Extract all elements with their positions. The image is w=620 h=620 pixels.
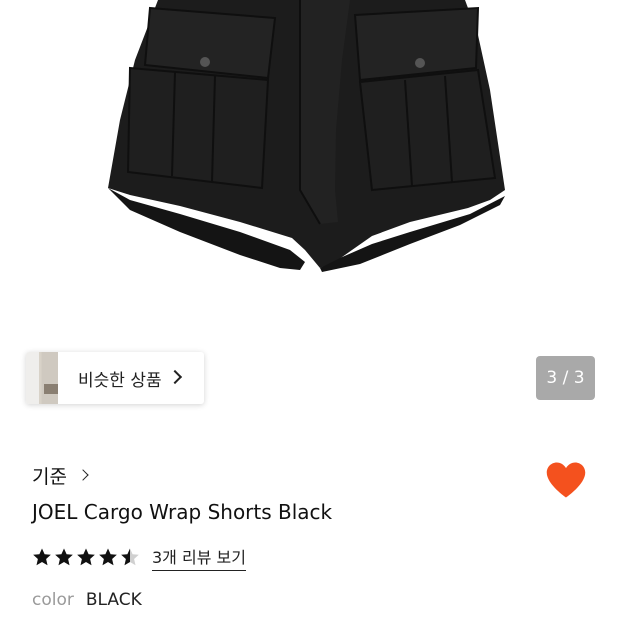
- brand-link[interactable]: 기준: [32, 462, 89, 489]
- color-key: color: [32, 590, 74, 610]
- color-value: BLACK: [85, 590, 142, 610]
- star-rating: [32, 547, 140, 567]
- chevron-right-icon: [77, 468, 89, 481]
- similar-products-label: 비슷한 상품: [78, 370, 162, 391]
- star-full-icon: [77, 548, 95, 566]
- star-full-icon: [33, 548, 51, 566]
- product-title: JOEL Cargo Wrap Shorts Black: [32, 500, 333, 524]
- chevron-right-icon: [167, 369, 182, 385]
- color-row: color BLACK: [32, 590, 142, 610]
- image-counter: 3 / 3: [536, 356, 595, 400]
- rating-row: 3개 리뷰 보기: [32, 543, 246, 571]
- view-reviews-link[interactable]: 3개 리뷰 보기: [152, 544, 246, 571]
- brand-name: 기준: [32, 466, 67, 488]
- heart-icon[interactable]: [545, 460, 587, 500]
- star-full-icon: [99, 548, 117, 566]
- star-full-icon: [55, 548, 73, 566]
- similar-products-button[interactable]: 비슷한 상품: [26, 352, 204, 404]
- product-image: [0, 0, 620, 330]
- similar-product-thumbnail: [26, 352, 58, 404]
- star-half-icon: [121, 548, 139, 566]
